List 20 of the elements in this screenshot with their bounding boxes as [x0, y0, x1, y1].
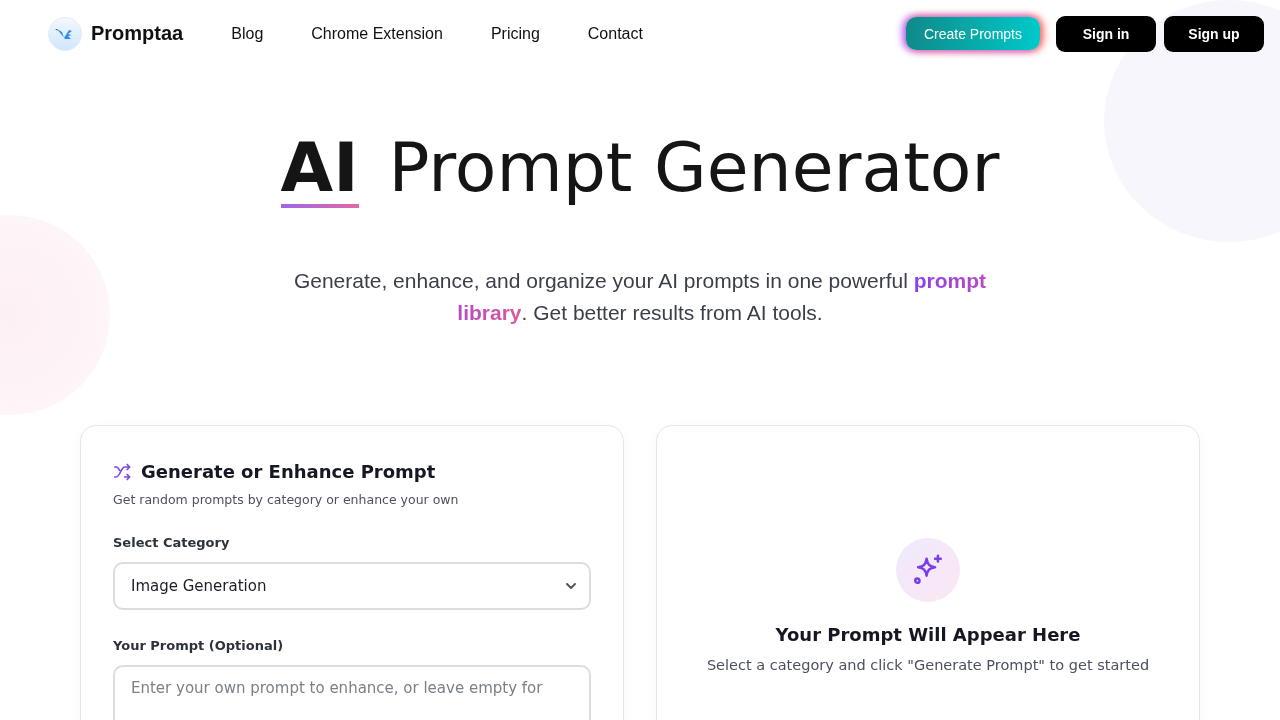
brand-name: Promptaa: [91, 22, 184, 45]
field-label: Select Category: [113, 535, 231, 550]
sign-up-button[interactable]: Sign up: [1164, 15, 1264, 52]
prompt-input-field[interactable]: Enter your own prompt to enhance, or leave empty for: [113, 665, 591, 720]
nav-link[interactable]: Contact: [587, 24, 643, 43]
sparkle-icon: [911, 553, 945, 587]
nav-link[interactable]: Blog: [231, 24, 264, 43]
title-highlight: AI: [280, 132, 359, 208]
page-title: Prompt Generator: [388, 128, 1000, 207]
sign-in-button[interactable]: Sign in: [1056, 15, 1156, 52]
nav-link[interactable]: Pricing: [490, 24, 540, 43]
card-description: Get random prompts by category or enhance your own: [113, 492, 460, 507]
bird-logo-icon[interactable]: [48, 16, 82, 51]
shuffle-icon: [113, 461, 133, 482]
card-title: Generate or Enhance Prompt: [141, 461, 436, 482]
category-select[interactable]: Image Generation: [113, 562, 591, 610]
nav-link[interactable]: Chrome Extension: [311, 24, 443, 43]
field-label: Your Prompt (Optional): [113, 638, 285, 653]
placeholder-hint: Select a category and click "Generate Prompt" to get started: [706, 657, 1150, 673]
placeholder-title: Your Prompt Will Appear Here: [775, 624, 1081, 645]
